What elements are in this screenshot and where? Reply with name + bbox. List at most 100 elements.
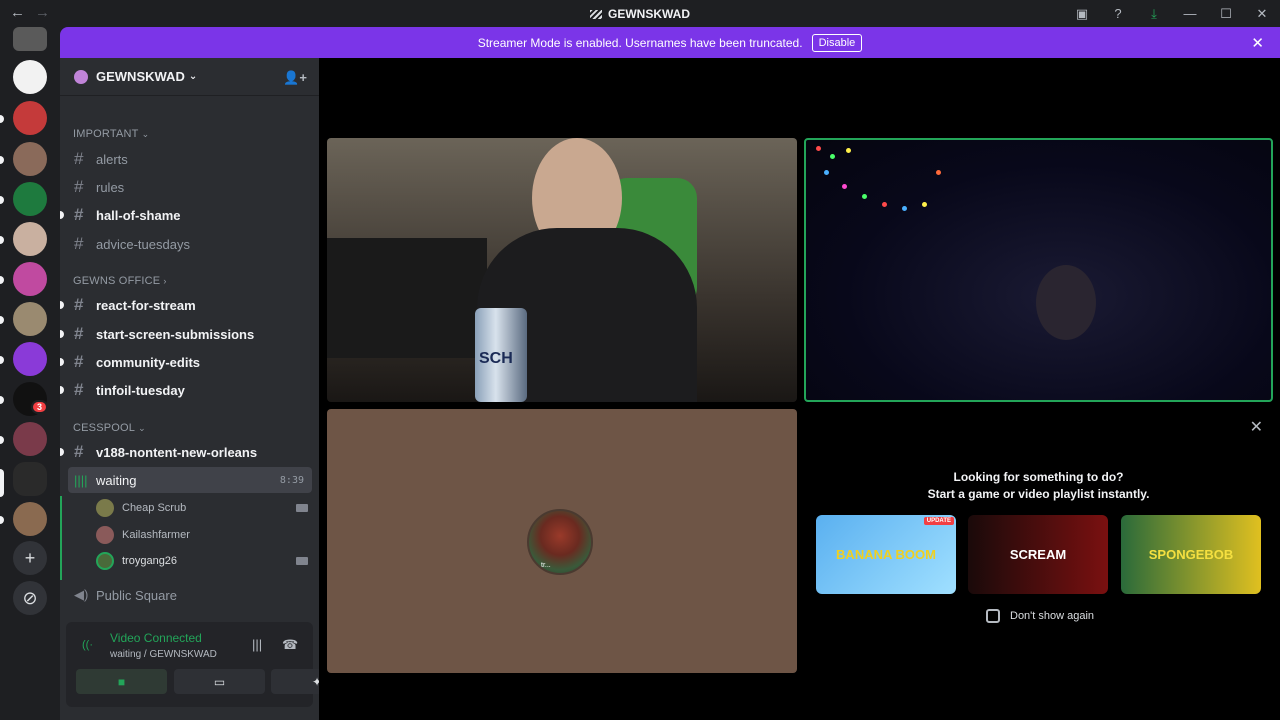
guild-name: GEWNSKWAD [96,69,185,84]
avatar [96,526,114,544]
unread-indicator [60,448,64,456]
voice-user[interactable]: troygang26 [96,549,308,573]
category-gewns-office[interactable]: GEWNS OFFICE › [73,275,167,287]
category-important[interactable]: IMPORTANT ⌄ [73,128,149,140]
unread-indicator [60,330,64,338]
call-timer: 8:39 [279,474,304,486]
game-card-spongebob[interactable]: SPONGEBOB [1121,515,1261,594]
discover-icon[interactable]: ⊘ [13,581,47,615]
channel-tinfoil-tuesday[interactable]: # tinfoil-tuesday [68,377,312,403]
face-shape [1036,265,1096,340]
banner-text: Streamer Mode is enabled. Usernames have… [477,35,803,50]
unread-indicator [0,316,4,324]
mention-badge: 3 [31,400,49,414]
hash-icon: # [74,177,84,196]
server-icon[interactable] [13,422,47,456]
server-icon-gewnskwad[interactable] [13,462,47,496]
disable-button[interactable]: Disable [811,33,863,52]
unread-indicator [0,276,4,284]
chevron-down-icon: ⌄ [188,71,198,82]
unread-indicator [0,436,4,444]
maximize-button[interactable]: ☐ [1208,0,1244,27]
dont-show-again-checkbox[interactable]: Don't show again [986,609,1094,623]
voice-active-icon: |||| [74,472,88,488]
tv-shape [327,238,487,358]
server-icon[interactable] [13,222,47,256]
unread-indicator [0,115,4,123]
minimize-button[interactable]: — [1172,0,1208,27]
string-lights [806,140,946,220]
server-icon[interactable] [13,101,47,135]
server-icon[interactable] [13,182,47,216]
server-icon[interactable] [13,60,47,94]
server-icon[interactable] [13,262,47,296]
inbox-icon[interactable]: ▣ [1064,0,1100,27]
guild-icon [74,69,88,84]
channel-rules[interactable]: # rules [68,174,312,200]
close-window-button[interactable]: ✕ [1244,0,1280,27]
speaker-icon: ◀) [74,587,89,602]
avatar [96,499,114,517]
voice-status[interactable]: Video Connected [110,631,202,645]
unread-indicator [60,358,64,366]
checkbox[interactable] [986,609,1000,623]
voice-user[interactable]: Cheap Scrub [96,496,308,520]
server-icon[interactable] [13,342,47,376]
add-server-icon[interactable]: + [13,541,47,575]
camera-button[interactable]: ■ [76,669,167,694]
video-tile[interactable]: SCH [327,138,797,402]
video-stage: SCH tr... ✕ Looking for something to do?… [319,58,1280,720]
close-icon[interactable]: ✕ [1251,34,1264,52]
streamer-mode-banner: Streamer Mode is enabled. Usernames have… [60,27,1280,58]
voice-channel-waiting[interactable]: |||| waiting 8:39 [68,467,312,493]
channel-v188[interactable]: # v188-nontent-new-orleans [68,439,312,465]
game-card-banana-boom[interactable]: BANANA BOOM UPDATE [816,515,956,594]
channel-react-for-stream[interactable]: # react-for-stream [68,292,312,318]
update-badge: UPDATE [923,517,954,525]
screen-share-button[interactable]: ▭ [174,669,265,694]
channel-alerts[interactable]: # alerts [68,146,312,172]
hash-icon: # [74,149,84,168]
avatar [96,552,114,570]
hash-icon: # [74,234,84,253]
disconnect-icon[interactable]: ☎ [282,637,298,653]
channel-advice-tuesdays[interactable]: # advice-tuesdays [68,231,312,257]
unread-indicator [0,196,4,204]
voice-channel-public-square[interactable]: ◀) Public Square [68,582,312,608]
camera-icon [296,504,308,512]
video-tile-avatar[interactable]: tr... [327,409,797,673]
upsell-message: Looking for something to do? Start a gam… [927,470,1150,501]
hash-icon: # [74,380,84,399]
unread-indicator [60,211,64,219]
channel-hall-of-shame[interactable]: # hall-of-shame [68,202,312,228]
channel-sidebar: GEWNSKWAD ⌄ 👤+ IMPORTANT ⌄ # alerts # rules… [60,58,363,720]
voice-user[interactable]: Kailashfarmer [96,523,308,547]
selected-indicator [0,469,4,497]
server-icon[interactable] [13,302,47,336]
server-icon[interactable] [13,27,47,51]
hash-icon: # [74,324,84,343]
invite-icon[interactable]: 👤+ [283,70,307,86]
unread-indicator [0,516,4,524]
unread-indicator [60,386,64,394]
channel-start-screen-submissions[interactable]: # start-screen-submissions [68,321,312,347]
help-icon[interactable]: ? [1100,0,1136,27]
camera-icon [296,557,308,565]
voice-location[interactable]: waiting / GEWNSKWAD [110,649,217,660]
server-icon[interactable] [13,142,47,176]
close-icon[interactable]: ✕ [1250,417,1263,437]
server-icon[interactable] [13,502,47,536]
can-shape: SCH [475,308,527,402]
server-list: 3 + ⊘ [0,27,60,720]
video-tile-speaking[interactable] [804,138,1273,402]
guild-header[interactable]: GEWNSKWAD ⌄ 👤+ [60,58,319,96]
download-icon[interactable]: ⤓ [1136,0,1172,27]
channel-community-edits[interactable]: # community-edits [68,349,312,375]
server-icon [590,10,602,19]
noise-suppression-icon[interactable]: ||| [252,637,262,652]
unread-indicator [0,236,4,244]
game-card-scream[interactable]: SCREAM [968,515,1108,594]
unread-indicator [60,301,64,309]
category-cesspool[interactable]: CESSPOOL ⌄ [73,422,146,434]
unread-indicator [0,156,4,164]
